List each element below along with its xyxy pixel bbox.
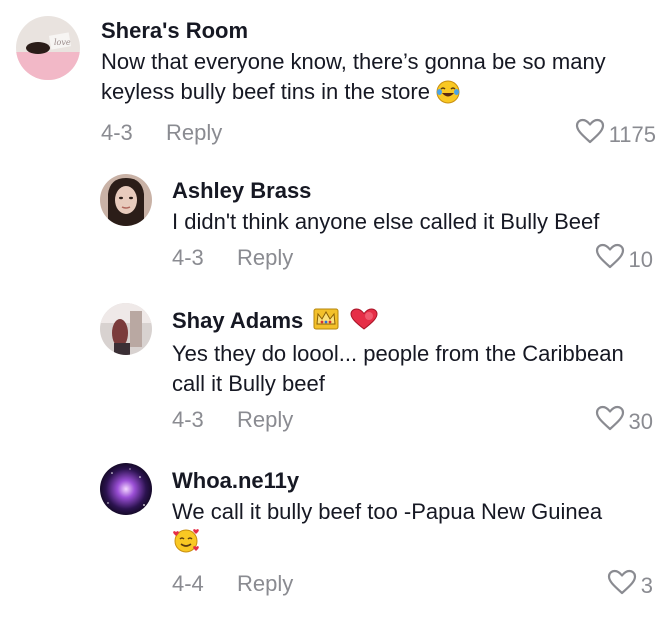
comment-item: Shay Adams Yes they do loool... people f… (0, 298, 661, 448)
heart-outline-icon (595, 405, 625, 439)
smiling-face-with-hearts-icon (172, 527, 200, 563)
reply-button[interactable]: Reply (237, 405, 293, 435)
username-text: Shay Adams (172, 308, 304, 333)
comment-text-content: Now that everyone know, there’s gonna be… (101, 49, 606, 104)
avatar-text: love (54, 38, 71, 47)
username[interactable]: Shay Adams (172, 307, 653, 337)
comment-text: Now that everyone know, there’s gonna be… (101, 47, 656, 112)
like-count: 30 (628, 408, 653, 434)
comment-date: 4-4 (172, 571, 204, 596)
username[interactable]: Ashley Brass (172, 177, 653, 205)
heart-outline-icon (595, 243, 625, 277)
avatar[interactable] (100, 463, 152, 515)
heart-icon (349, 308, 378, 337)
heart-outline-icon (607, 569, 637, 603)
avatar[interactable] (100, 174, 152, 226)
reply-button[interactable]: Reply (237, 243, 293, 273)
like-count: 3 (640, 573, 653, 598)
comment-meta: 4-4 Reply 3 (172, 569, 653, 599)
username[interactable]: Shera's Room (101, 17, 656, 45)
comment-text: We call it bully beef too -Papua New Gui… (172, 497, 653, 563)
crown-icon (313, 308, 339, 337)
heart-outline-icon (575, 118, 605, 152)
comment-item: love Shera's Room Now that everyone know… (0, 0, 661, 150)
comment-date: 4-3 (172, 245, 204, 270)
username[interactable]: Whoa.ne11y (172, 467, 653, 495)
comment-text: I didn't think anyone else called it Bul… (172, 209, 600, 234)
comment-meta: 4-3 Reply 1175 (101, 118, 656, 148)
comment-text: Yes they do loool... people from the Car… (172, 340, 624, 396)
face-with-tears-of-joy-icon (436, 80, 460, 112)
comment-text-content: We call it bully beef too -Papua New Gui… (172, 499, 603, 524)
avatar[interactable] (100, 303, 152, 355)
comment-meta: 4-3 Reply 30 (172, 405, 653, 435)
reply-button[interactable]: Reply (166, 118, 222, 148)
comment-date: 4-3 (172, 406, 204, 432)
like-count: 1175 (608, 122, 656, 147)
comment-item: Ashley Brass I didn't think anyone else … (0, 168, 661, 288)
comment-date: 4-3 (101, 120, 133, 145)
like-button[interactable]: 1175 (575, 118, 656, 152)
like-button[interactable]: 3 (607, 569, 653, 603)
like-button[interactable]: 10 (595, 243, 653, 277)
avatar[interactable]: love (16, 16, 80, 80)
reply-button[interactable]: Reply (237, 569, 293, 599)
like-button[interactable]: 30 (595, 405, 653, 439)
like-count: 10 (628, 247, 653, 272)
comment-item: Whoa.ne11y We call it bully beef too -Pa… (0, 458, 661, 617)
comment-meta: 4-3 Reply 10 (172, 243, 653, 273)
